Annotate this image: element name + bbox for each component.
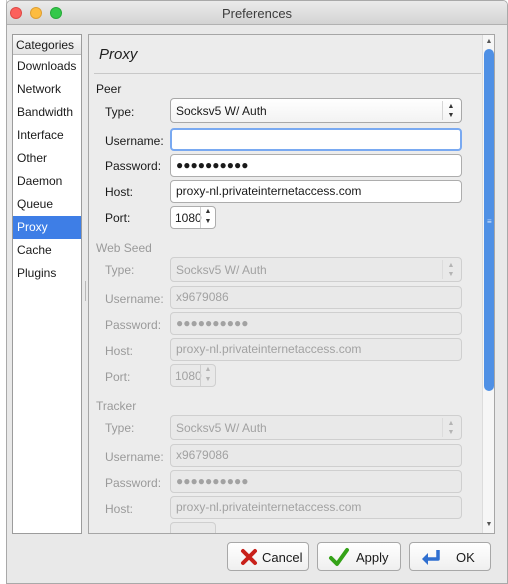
web-seed-username-input: x9679086 bbox=[170, 286, 462, 309]
web-seed-password-label: Password: bbox=[105, 318, 162, 332]
category-plugins[interactable]: Plugins bbox=[13, 262, 81, 285]
ok-button[interactable]: OK bbox=[409, 542, 491, 571]
ok-button-label: OK bbox=[456, 550, 475, 565]
scroll-up-icon[interactable]: ▲ bbox=[483, 35, 494, 48]
web-seed-type-label: Type: bbox=[105, 263, 135, 277]
web-seed-type-select: Socksv5 W/ Auth ▲ ▼ bbox=[170, 257, 462, 282]
web-seed-host-label: Host: bbox=[105, 344, 134, 358]
web-seed-port-label: Port: bbox=[105, 370, 131, 384]
stepper-arrows-icon[interactable]: ▲ ▼ bbox=[200, 207, 215, 228]
peer-type-select[interactable]: Socksv5 W/ Auth ▲ ▼ bbox=[170, 98, 462, 123]
stepper-arrows-icon: ▲ ▼ bbox=[200, 365, 215, 386]
tracker-host-input: proxy-nl.privateinternetaccess.com bbox=[170, 496, 462, 519]
web-seed-host-input: proxy-nl.privateinternetaccess.com bbox=[170, 338, 462, 361]
peer-host-input[interactable]: proxy-nl.privateinternetaccess.com bbox=[170, 180, 462, 203]
peer-section-heading: Peer bbox=[96, 82, 122, 96]
category-bandwidth[interactable]: Bandwidth bbox=[13, 101, 81, 124]
panel-divider bbox=[94, 73, 481, 74]
category-other[interactable]: Other bbox=[13, 147, 81, 170]
scroll-down-icon[interactable]: ▼ bbox=[483, 518, 494, 531]
title-bar[interactable]: Preferences bbox=[7, 1, 507, 25]
peer-port-label: Port: bbox=[105, 211, 131, 225]
web-seed-section-heading: Web Seed bbox=[96, 241, 152, 255]
window-title: Preferences bbox=[221, 6, 293, 21]
peer-port-stepper[interactable]: 1080 ▲ ▼ bbox=[170, 206, 216, 229]
categories-list: Categories Downloads Network Bandwidth I… bbox=[12, 34, 82, 534]
tracker-section-heading: Tracker bbox=[96, 399, 137, 413]
preferences-window: Preferences Categories Downloads Network… bbox=[6, 0, 508, 584]
categories-header: Categories bbox=[13, 35, 81, 55]
tracker-password-label: Password: bbox=[105, 476, 162, 490]
ok-return-arrow-icon bbox=[422, 550, 440, 565]
web-seed-port-value: 1080 bbox=[175, 369, 202, 383]
category-cache[interactable]: Cache bbox=[13, 239, 81, 262]
tracker-username-label: Username: bbox=[105, 450, 164, 464]
proxy-settings-panel: Proxy Peer Type: Socksv5 W/ Auth ▲ ▼ User… bbox=[88, 34, 495, 534]
tracker-type-value: Socksv5 W/ Auth bbox=[176, 421, 267, 435]
web-seed-type-value: Socksv5 W/ Auth bbox=[176, 263, 267, 277]
tracker-type-select: Socksv5 W/ Auth ▲ ▼ bbox=[170, 415, 462, 440]
tracker-password-input: ●●●●●●●●●● bbox=[170, 470, 462, 493]
category-interface[interactable]: Interface bbox=[13, 124, 81, 147]
apply-button-label: Apply bbox=[356, 550, 389, 565]
panel-title: Proxy bbox=[99, 46, 138, 63]
category-daemon[interactable]: Daemon bbox=[13, 170, 81, 193]
peer-type-label: Type: bbox=[105, 105, 135, 119]
select-arrows-icon: ▲ ▼ bbox=[442, 418, 459, 437]
peer-host-label: Host: bbox=[105, 185, 134, 199]
peer-password-label: Password: bbox=[105, 159, 162, 173]
tracker-host-label: Host: bbox=[105, 502, 134, 516]
apply-check-icon bbox=[329, 548, 349, 566]
web-seed-password-input: ●●●●●●●●●● bbox=[170, 312, 462, 335]
tracker-type-label: Type: bbox=[105, 421, 135, 435]
cancel-x-icon bbox=[241, 549, 257, 565]
peer-username-input[interactable] bbox=[170, 128, 462, 151]
cancel-button-label: Cancel bbox=[262, 550, 303, 565]
scroll-grip-icon: ≡ bbox=[487, 217, 492, 226]
select-arrows-icon: ▲ ▼ bbox=[442, 260, 459, 279]
scroll-thumb[interactable]: ≡ bbox=[484, 49, 494, 391]
tracker-username-input: x9679086 bbox=[170, 444, 462, 467]
category-downloads[interactable]: Downloads bbox=[13, 55, 81, 78]
tracker-port-stepper-partial bbox=[170, 522, 216, 533]
peer-password-input[interactable]: ●●●●●●●●●● bbox=[170, 154, 462, 177]
category-proxy[interactable]: Proxy bbox=[13, 216, 81, 239]
peer-port-value: 1080 bbox=[175, 211, 202, 225]
select-arrows-icon: ▲ ▼ bbox=[442, 101, 459, 120]
web-seed-username-label: Username: bbox=[105, 292, 164, 306]
cancel-button[interactable]: Cancel bbox=[227, 542, 309, 571]
category-queue[interactable]: Queue bbox=[13, 193, 81, 216]
peer-username-label: Username: bbox=[105, 134, 164, 148]
category-network[interactable]: Network bbox=[13, 78, 81, 101]
web-seed-port-stepper: 1080 ▲ ▼ bbox=[170, 364, 216, 387]
panel-scrollbar[interactable]: ▲ ≡ ▼ bbox=[482, 35, 494, 533]
apply-button[interactable]: Apply bbox=[317, 542, 401, 571]
peer-type-value: Socksv5 W/ Auth bbox=[176, 104, 267, 118]
